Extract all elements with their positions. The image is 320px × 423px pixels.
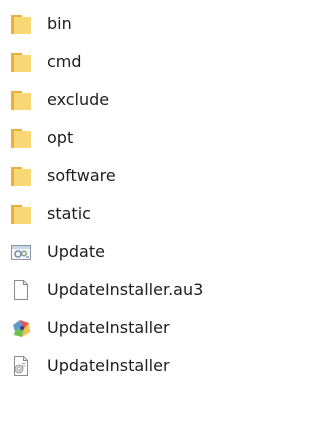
item-label: Update [47, 242, 105, 261]
list-item-cmd[interactable]: cmd [0, 43, 253, 81]
list-item-software[interactable]: software [0, 157, 253, 195]
folder-icon [10, 127, 32, 149]
folder-icon [10, 13, 32, 35]
list-item-exclude[interactable]: exclude [0, 81, 253, 119]
folder-icon [10, 203, 32, 225]
item-label: software [47, 166, 116, 185]
item-label: cmd [47, 52, 82, 71]
application-icon [10, 317, 32, 339]
list-item-updateinstaller-au3[interactable]: UpdateInstaller.au3 [0, 271, 253, 309]
item-label: UpdateInstaller [47, 356, 170, 375]
script-file-icon [10, 355, 32, 377]
file-list: bin cmd exclude opt software static Upda… [0, 5, 253, 385]
blank-document-icon [10, 279, 32, 301]
item-label: opt [47, 128, 74, 147]
item-label: bin [47, 14, 72, 33]
item-label: UpdateInstaller [47, 318, 170, 337]
list-item-update[interactable]: Update [0, 233, 253, 271]
item-label: static [47, 204, 91, 223]
item-label: UpdateInstaller.au3 [47, 280, 204, 299]
folder-icon [10, 51, 32, 73]
item-label: exclude [47, 90, 110, 109]
list-item-opt[interactable]: opt [0, 119, 253, 157]
folder-icon [10, 89, 32, 111]
list-item-updateinstaller-exe[interactable]: UpdateInstaller [0, 309, 253, 347]
list-item-updateinstaller-script[interactable]: UpdateInstaller [0, 347, 253, 385]
list-item-static[interactable]: static [0, 195, 253, 233]
list-item-bin[interactable]: bin [0, 5, 253, 43]
folder-icon [10, 165, 32, 187]
config-file-icon [10, 241, 32, 263]
